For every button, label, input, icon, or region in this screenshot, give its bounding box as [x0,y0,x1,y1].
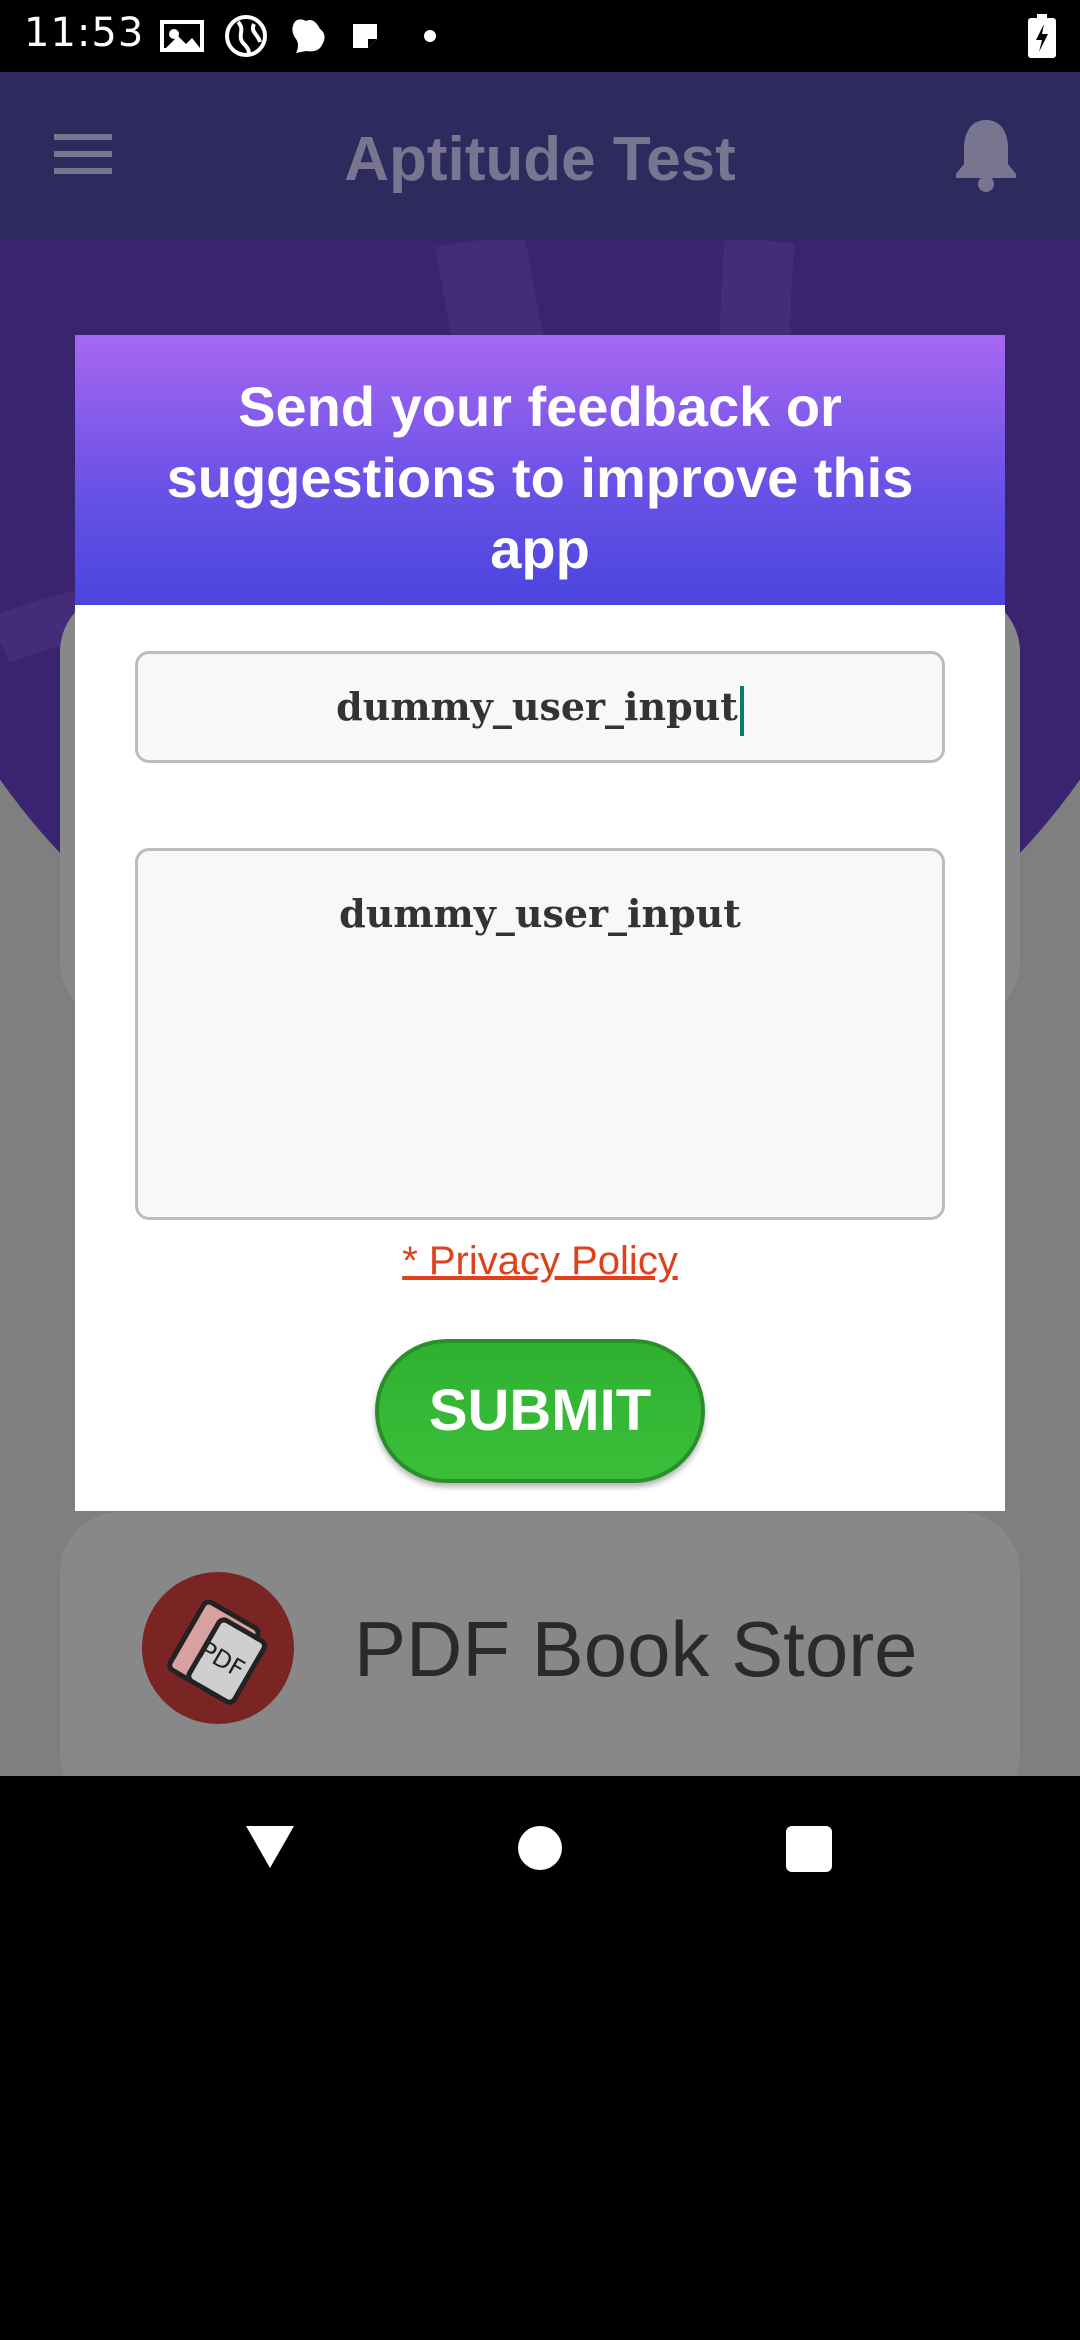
list-item-label[interactable]: PDF Book Store [354,1604,918,1695]
dialog-title: Send your feedback or suggestions to imp… [75,335,1005,605]
recent-apps-icon[interactable] [786,1826,832,1872]
pdf-book-icon: PDF [142,1572,294,1724]
notification-icon [292,19,325,53]
message-textarea-value: dummy_user_input [339,891,741,936]
note-icon [353,24,377,48]
submit-button[interactable]: SUBMIT [375,1339,705,1483]
subject-input-value: dummy_user_input [336,684,738,729]
message-textarea[interactable]: dummy_user_input [135,848,945,1220]
app-bar: Aptitude Test [0,72,1080,240]
status-time: 11:53 [24,10,145,56]
bell-icon[interactable] [952,116,1020,192]
globe-icon [225,15,267,57]
navigation-bar [0,1776,1080,1920]
home-icon[interactable] [518,1826,562,1870]
subject-input[interactable]: dummy_user_input [135,651,945,763]
photo-icon [160,20,204,52]
back-icon[interactable] [244,1824,296,1870]
dot-icon [424,30,436,42]
battery-charging-icon [1028,14,1056,58]
privacy-policy-link[interactable]: * Privacy Policy [75,1239,1005,1284]
app-title: Aptitude Test [344,125,736,194]
feedback-dialog: Send your feedback or suggestions to imp… [75,335,1005,1511]
status-bar: 11:53 [0,0,1080,72]
status-icons [160,14,440,58]
text-cursor [739,685,744,736]
